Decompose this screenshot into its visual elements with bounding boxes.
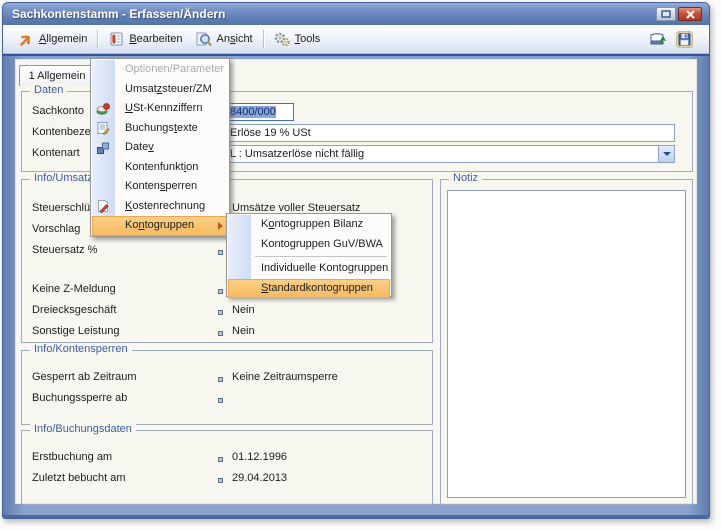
group-info-buchungsdaten: Info/Buchungsdaten Erstbuchung am01.12.1… (21, 430, 433, 505)
menu-item-datev[interactable]: Datev (92, 138, 228, 158)
kontenbezeichnung-input[interactable]: Erlöse 19 % USt (226, 124, 675, 142)
ust-kennziffern-icon (96, 102, 110, 116)
bearbeiten-menu-popup: Optionen/Parameter Umsatzsteuer/ZM USt-K… (90, 58, 230, 237)
edit-page-icon (108, 31, 124, 47)
sachkonto-input[interactable]: 8400/000 (226, 103, 294, 121)
restore-button[interactable] (656, 7, 676, 21)
toolbar-right (649, 31, 699, 48)
close-icon (686, 10, 695, 19)
menu-item-standardkontogruppen[interactable]: Standardkontogruppen (228, 279, 390, 299)
restore-icon (661, 10, 671, 18)
menubar: Allgemein Bearbeiten Ansicht Tools (3, 25, 709, 54)
notiz-textarea[interactable] (447, 190, 686, 498)
datev-icon (96, 141, 110, 155)
bullet-icon (218, 310, 223, 315)
chevron-down-icon (663, 152, 671, 156)
menu-item-kostenrechnung[interactable]: Kostenrechnung (92, 197, 228, 217)
menu-item-ust-kennziffern[interactable]: USt-Kennziffern (92, 99, 228, 119)
kontenart-label: Kontenart (32, 147, 80, 159)
window-title: Sachkontenstamm - Erfassen/Ändern (12, 7, 225, 21)
kontenart-dropdown-button[interactable] (658, 146, 674, 162)
bullet-icon (218, 398, 223, 403)
kontenart-value: L : Umsatzerlöse nicht fällig (230, 148, 364, 160)
menu-allgemein[interactable]: Allgemein (13, 29, 93, 50)
bullet-icon (218, 331, 223, 336)
group-daten-label: Daten (30, 84, 67, 96)
bullet-icon (218, 478, 223, 483)
kontenbezeichnung-value: Erlöse 19 % USt (230, 127, 311, 139)
save-icon[interactable] (676, 31, 693, 48)
menubar-separator (263, 30, 264, 48)
bullet-icon (218, 377, 223, 382)
group-info-kontensperren: Info/Kontensperren Gesperrt ab ZeitraumK… (21, 350, 433, 425)
kontenart-combobox[interactable]: L : Umsatzerlöse nicht fällig (226, 145, 675, 163)
menu-ansicht[interactable]: Ansicht (189, 28, 259, 50)
info-row: Gesperrt ab ZeitraumKeine Zeitraumsperre (22, 371, 432, 392)
menu-item-individuelle-kontogruppen[interactable]: Individuelle Kontogruppen (228, 259, 390, 279)
kontogruppen-submenu-popup: Kontogruppen Bilanz Kontogruppen GuV/BWA… (226, 213, 392, 297)
arrow-up-right-icon (19, 32, 34, 47)
menu-item-kontogruppen[interactable]: Kontogruppen (92, 216, 228, 236)
menu-bearbeiten[interactable]: Bearbeiten (102, 28, 188, 50)
sachkonto-value: 8400/000 (230, 106, 276, 118)
menu-item-kontensperren[interactable]: Kontensperren (92, 177, 228, 197)
magnifier-page-icon (195, 31, 212, 47)
info-row: DreiecksgeschäftNein (22, 304, 432, 325)
info-row: Zuletzt bebucht am29.04.2013 (22, 472, 432, 493)
sachkonto-label: Sachkonto (32, 105, 84, 117)
tab-allgemein[interactable]: 1 Allgemein (19, 65, 95, 86)
bullet-icon (218, 457, 223, 462)
group-notiz: Notiz (440, 179, 693, 505)
menu-item-kontenfunktion[interactable]: Kontenfunktion (92, 158, 228, 178)
menubar-separator (97, 30, 98, 48)
titlebar[interactable]: Sachkontenstamm - Erfassen/Ändern (3, 3, 709, 25)
bullet-icon (218, 250, 223, 255)
info-row: Buchungssperre ab (22, 392, 432, 413)
menu-item-kontogruppen-guv-bwa[interactable]: Kontogruppen GuV/BWA (228, 235, 390, 255)
close-button[interactable] (678, 7, 702, 21)
menu-item-buchungstexte[interactable]: Buchungstexte (92, 119, 228, 139)
menu-item-umsatzsteuer-zm[interactable]: Umsatzsteuer/ZM (92, 80, 228, 100)
menu-tools[interactable]: Tools (268, 28, 327, 50)
gears-icon (274, 31, 290, 47)
submenu-arrow-icon (218, 222, 223, 230)
app-window: Sachkontenstamm - Erfassen/Ändern Allgem… (2, 2, 710, 519)
menu-item-kontogruppen-bilanz[interactable]: Kontogruppen Bilanz (228, 215, 390, 235)
info-row: Erstbuchung am01.12.1996 (22, 451, 432, 472)
kostenrechnung-icon (96, 199, 110, 213)
bullet-icon (218, 289, 223, 294)
group-notiz-label: Notiz (449, 172, 482, 184)
menu-item-optionen-parameter: Optionen/Parameter (92, 60, 228, 80)
book-arrow-icon[interactable] (649, 31, 667, 48)
buchungstexte-icon (96, 121, 110, 135)
